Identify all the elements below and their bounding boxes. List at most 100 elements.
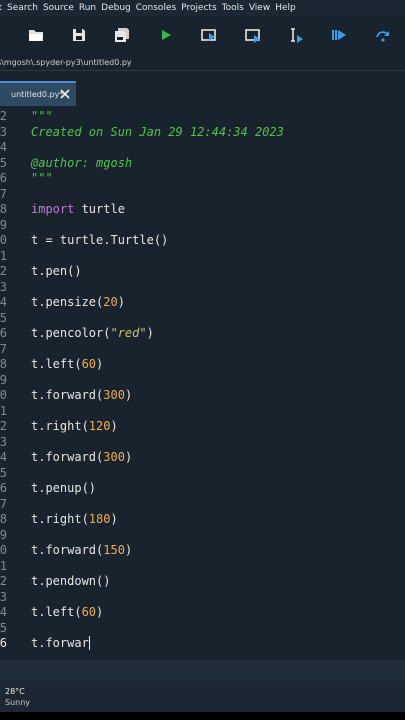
line-number: 7: [0, 186, 7, 201]
code-line[interactable]: 0 t.forward(150): [0, 543, 405, 559]
code-token: t.forward(: [31, 388, 104, 402]
open-file-icon[interactable]: [27, 26, 45, 44]
code-line[interactable]: 1: [0, 404, 405, 420]
code-line[interactable]: 6 t.pencolor("red"): [0, 326, 405, 342]
save-icon[interactable]: [70, 26, 88, 44]
line-number: 7: [0, 341, 7, 356]
line-number: 3: [0, 589, 7, 604]
number-token: 300: [103, 450, 125, 464]
code-line[interactable]: 8 t.right(180): [0, 512, 405, 528]
code-line[interactable]: 3: [0, 280, 405, 296]
run-cell-icon[interactable]: [200, 26, 218, 44]
code-line[interactable]: 2 t.pendown(): [0, 574, 405, 590]
menu-item-view[interactable]: View: [249, 3, 270, 13]
code-editor[interactable]: 2 """ 3 Created on Sun Jan 29 12:44:34 2023…: [0, 106, 405, 660]
toolbar: [0, 16, 405, 56]
code-line[interactable]: 3: [0, 435, 405, 451]
code-text: t.left(60): [31, 357, 103, 373]
code-line[interactable]: 7: [0, 187, 405, 203]
code-line[interactable]: 4 t.forward(300): [0, 450, 405, 466]
weather-condition: Sunny: [5, 698, 31, 707]
code-line[interactable]: 4 t.pensize(20): [0, 295, 405, 311]
step-icon[interactable]: [374, 26, 392, 44]
code-line[interactable]: 0 t = turtle.Turtle(): [0, 233, 405, 249]
code-line[interactable]: 2 """: [0, 109, 405, 125]
file-path-bar: s\mgosh\.spyder-py3\untitled0.py: [0, 56, 405, 71]
code-line[interactable]: 5: [0, 621, 405, 637]
code-token: ): [96, 357, 104, 371]
menu-item-search[interactable]: Search: [7, 3, 38, 13]
code-line[interactable]: 5 @author: mgosh: [0, 156, 405, 172]
code-line[interactable]: 8 import turtle: [0, 202, 405, 218]
code-text: t.forwar: [31, 635, 90, 652]
code-token: t.pensize(: [31, 295, 104, 309]
docstring-token: """: [31, 171, 53, 185]
code-line[interactable]: 9: [0, 218, 405, 234]
code-line[interactable]: 1: [0, 249, 405, 265]
code-line[interactable]: 2 t.pen(): [0, 264, 405, 280]
code-token: ): [110, 512, 118, 526]
run-icon[interactable]: [157, 26, 175, 44]
line-number: 0: [0, 233, 7, 247]
code-line[interactable]: 3 Created on Sun Jan 29 12:44:34 2023: [0, 125, 405, 141]
run-cell-advance-icon[interactable]: [244, 26, 262, 44]
line-number: 6: [0, 481, 7, 495]
code-token: t.right(: [31, 512, 89, 526]
line-number: 8: [0, 512, 7, 526]
code-line[interactable]: 5: [0, 311, 405, 327]
save-all-icon[interactable]: [113, 26, 131, 44]
menu-item-consoles[interactable]: Consoles: [136, 3, 176, 13]
line-number: 1: [0, 403, 7, 418]
code-token: t.forward(: [31, 543, 104, 557]
line-number: 9: [0, 527, 7, 542]
number-token: 60: [81, 357, 97, 371]
tab-untitled0[interactable]: untitled0.py*: [0, 81, 76, 106]
code-line[interactable]: 0 t.forward(300): [0, 388, 405, 404]
code-token: t.left(: [31, 357, 82, 371]
docstring-token: @author: mgosh: [31, 155, 133, 170]
menu-item-tools[interactable]: Tools: [222, 3, 244, 13]
number-token: 180: [88, 512, 111, 526]
menu-item-source[interactable]: Source: [43, 3, 74, 13]
code-token: ): [124, 388, 133, 402]
code-line[interactable]: 1: [0, 559, 405, 575]
menu-item-projects[interactable]: Projects: [181, 3, 216, 13]
line-number: 8: [0, 202, 7, 216]
code-line[interactable]: 6 """: [0, 171, 405, 187]
code-line[interactable]: 6 t.penup(): [0, 481, 405, 497]
code-text: t.right(120): [31, 419, 118, 435]
code-token: ): [96, 605, 104, 619]
line-number: 7: [0, 496, 7, 511]
code-line[interactable]: 9: [0, 528, 405, 544]
code-line[interactable]: 7: [0, 497, 405, 513]
menu-item-it[interactable]: it: [0, 3, 2, 13]
run-selection-icon[interactable]: [287, 26, 305, 44]
code-text: t.pen(): [31, 264, 82, 280]
file-path: s\mgosh\.spyder-py3\untitled0.py: [0, 58, 132, 67]
code-line[interactable]: 4: [0, 140, 405, 156]
debug-icon[interactable]: [330, 26, 348, 44]
code-token: t = turtle.Turtle(): [31, 233, 169, 247]
code-line[interactable]: 6 t.forwar: [0, 635, 405, 652]
code-text: t.left(60): [31, 605, 103, 621]
code-line[interactable]: 5: [0, 466, 405, 482]
menu-item-help[interactable]: Help: [275, 3, 296, 13]
close-icon[interactable]: [59, 88, 71, 100]
line-number: 1: [0, 558, 7, 573]
code-line[interactable]: 2 t.right(120): [0, 419, 405, 435]
line-number: 5: [0, 310, 7, 325]
code-line[interactable]: 7: [0, 342, 405, 358]
menu-item-run[interactable]: Run: [79, 3, 96, 13]
code-line[interactable]: 8 t.left(60): [0, 357, 405, 373]
number-token: 120: [88, 419, 111, 433]
code-text: t.right(180): [31, 512, 118, 528]
line-number: 4: [0, 605, 7, 619]
code-line[interactable]: 4 t.left(60): [0, 605, 405, 621]
docstring-token: """: [31, 109, 53, 123]
code-line[interactable]: 3: [0, 590, 405, 606]
line-number: 9: [0, 217, 7, 232]
code-line[interactable]: 9: [0, 373, 405, 389]
line-number: 2: [0, 109, 7, 123]
menu-item-debug[interactable]: Debug: [101, 3, 131, 13]
code-token: t.penup(): [31, 481, 97, 495]
